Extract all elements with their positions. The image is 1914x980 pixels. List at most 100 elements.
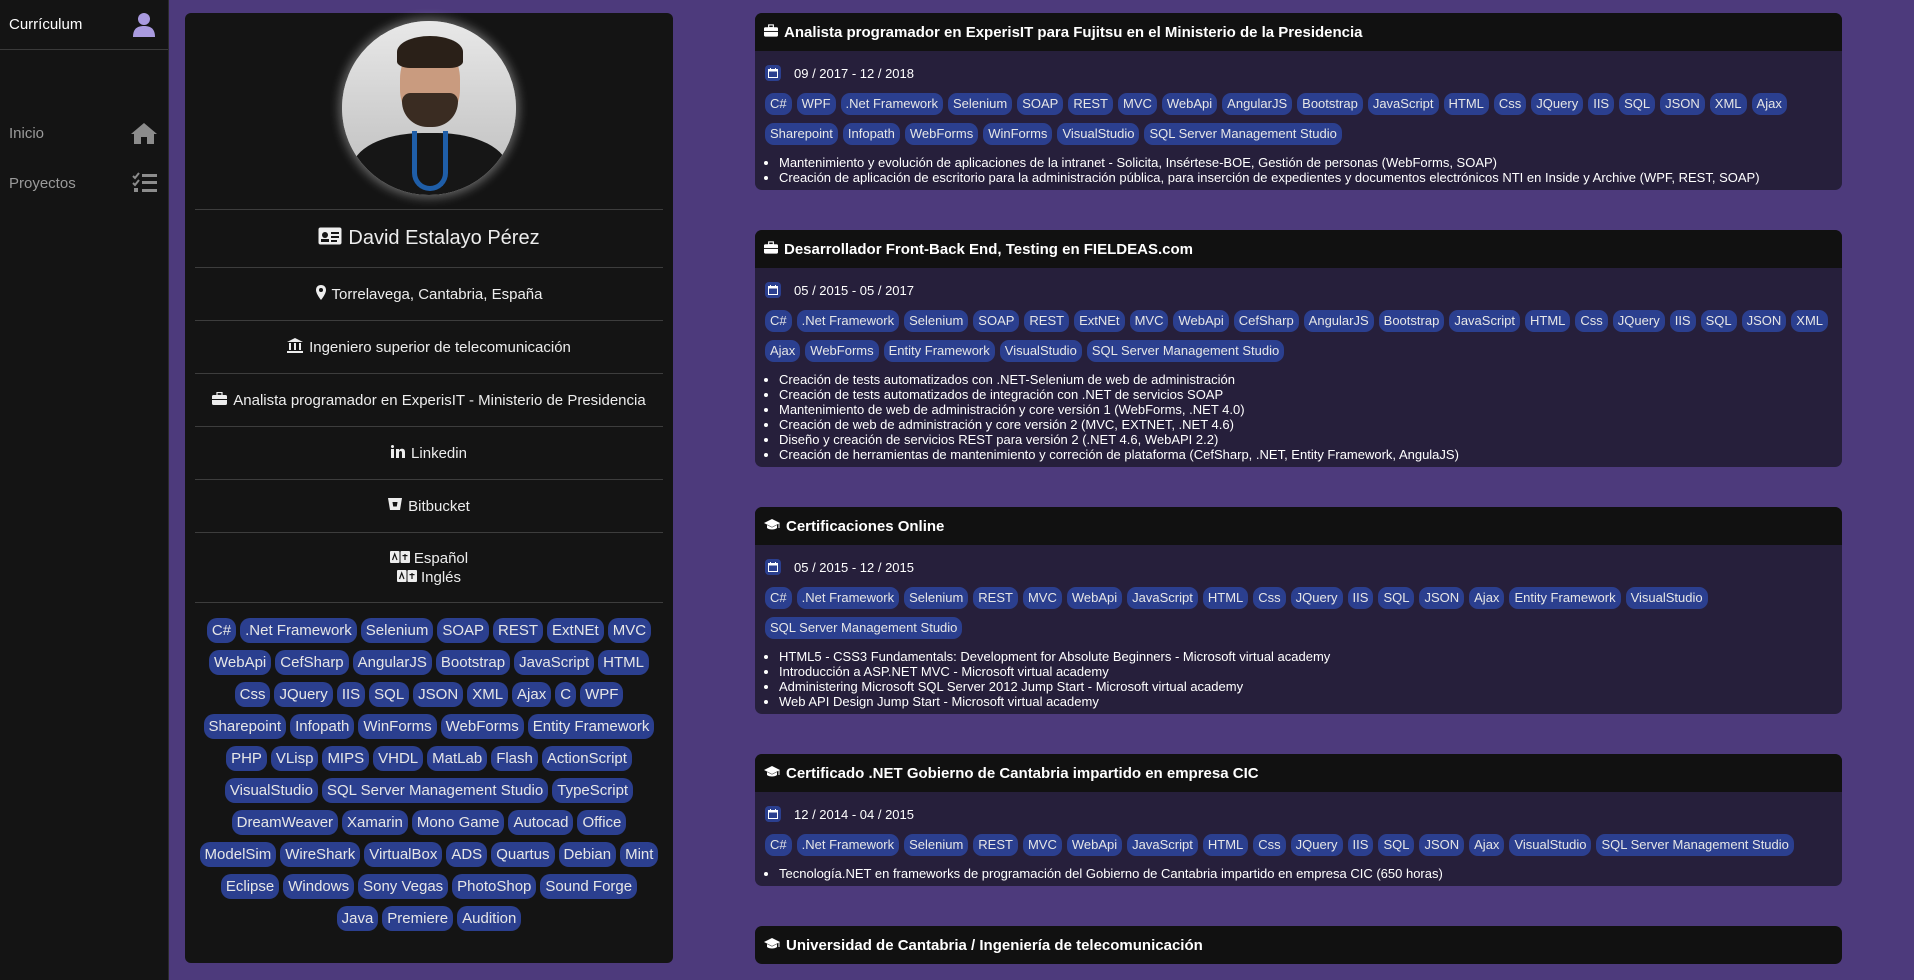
skill-tag: XML bbox=[467, 682, 509, 707]
skill-tag: Css bbox=[234, 682, 271, 707]
experience-header: Certificado .NET Gobierno de Cantabria i… bbox=[755, 754, 1842, 792]
skill-tag: JSON bbox=[413, 682, 464, 707]
sidebar-item-proyectos[interactable]: Proyectos bbox=[0, 158, 168, 208]
profile-linkedin-link[interactable]: Linkedin bbox=[195, 426, 663, 479]
profile-card: David Estalayo Pérez Torrelavega, Cantab… bbox=[185, 13, 673, 963]
skill-tag: IIS bbox=[336, 682, 366, 707]
skill-tag: Ajax bbox=[1469, 834, 1505, 856]
list-item: Creación de tests automatizados con .NET… bbox=[779, 372, 1832, 387]
skill-tag: Sharepoint bbox=[203, 714, 287, 739]
sidebar-brand[interactable]: Currículum bbox=[0, 0, 168, 50]
profile-bitbucket-link[interactable]: Bitbucket bbox=[195, 479, 663, 532]
graduation-cap-icon bbox=[764, 937, 780, 954]
bitbucket-icon bbox=[388, 497, 403, 515]
bitbucket-label: Bitbucket bbox=[408, 497, 470, 515]
skill-tag: REST bbox=[973, 587, 1018, 609]
skill-tag: Selenium bbox=[904, 310, 969, 332]
skill-tag: ADS bbox=[446, 842, 488, 867]
skill-tag: JSON bbox=[1741, 310, 1787, 332]
skill-tag: REST bbox=[493, 618, 544, 643]
skill-tag: Java bbox=[336, 906, 379, 931]
briefcase-icon bbox=[764, 240, 778, 258]
experience-title: Universidad de Cantabria / Ingeniería de… bbox=[786, 936, 1203, 954]
avatar bbox=[342, 21, 516, 195]
brand-label: Currículum bbox=[9, 16, 83, 33]
skill-tag: IIS bbox=[1588, 93, 1615, 115]
skill-tag: Autocad bbox=[508, 810, 574, 835]
skill-tag: WinForms bbox=[358, 714, 437, 739]
skill-tag: CefSharp bbox=[1233, 310, 1299, 332]
sidebar-item-label: Proyectos bbox=[9, 174, 76, 192]
skill-tag: .Net Framework bbox=[796, 587, 900, 609]
skill-tag: Infopath bbox=[842, 123, 900, 145]
skill-tag: ExtNEt bbox=[547, 618, 604, 643]
skill-tag: HTML bbox=[1202, 587, 1249, 609]
experience-header: Analista programador en ExperisIT para F… bbox=[755, 13, 1842, 51]
user-icon bbox=[132, 12, 156, 38]
list-item: Administering Microsoft SQL Server 2012 … bbox=[779, 679, 1832, 694]
list-item: Creación de herramientas de mantenimient… bbox=[779, 447, 1832, 462]
skill-tag: JavaScript bbox=[1127, 587, 1198, 609]
skill-tag: Windows bbox=[283, 874, 355, 899]
profile-job: Analista programador en ExperisIT - Mini… bbox=[233, 391, 646, 409]
sidebar-nav: Inicio Proyectos bbox=[0, 108, 168, 208]
skill-tag: C# bbox=[765, 587, 792, 609]
skill-tag: Sound Forge bbox=[540, 874, 638, 899]
skill-tag: WebApi bbox=[1066, 834, 1123, 856]
skill-tag: VisualStudio bbox=[1057, 123, 1140, 145]
sidebar-item-label: Inicio bbox=[9, 124, 45, 142]
skill-tag: REST bbox=[1024, 310, 1070, 332]
calendar-icon bbox=[765, 806, 781, 822]
experience-tags: C# .Net Framework Selenium REST MVC WebApi Jav… bbox=[755, 822, 1842, 856]
skill-tag: VLisp bbox=[270, 746, 319, 771]
experience-card: Universidad de Cantabria / Ingeniería de… bbox=[755, 926, 1842, 964]
profile-languages-row: Español Inglés bbox=[195, 532, 663, 602]
skill-tag: JSON bbox=[1660, 93, 1705, 115]
skill-tag: Ajax bbox=[1751, 93, 1787, 115]
experience-bullets: Tecnología.NET en frameworks de programa… bbox=[755, 856, 1842, 886]
language-item: Español bbox=[389, 550, 468, 567]
profile-skills: C# .Net Framework Selenium SOAP REST ExtNEt MV… bbox=[195, 602, 663, 931]
skill-tag: JQuery bbox=[274, 682, 333, 707]
skill-tag: Bootstrap bbox=[1378, 310, 1445, 332]
experience-title: Certificaciones Online bbox=[786, 517, 945, 535]
linkedin-icon bbox=[391, 444, 406, 462]
experience-dates-row: 05 / 2015 - 05 / 2017 bbox=[755, 268, 1842, 298]
skill-tag: WebApi bbox=[1066, 587, 1123, 609]
skill-tag: Ajax bbox=[512, 682, 552, 707]
skill-tag: AngularJS bbox=[1222, 93, 1293, 115]
experience-bullets: Mantenimiento y evolución de aplicacione… bbox=[755, 145, 1842, 190]
list-item: Web API Design Jump Start - Microsoft vi… bbox=[779, 694, 1832, 709]
skill-tag: SOAP bbox=[973, 310, 1020, 332]
skill-tag: C# bbox=[765, 834, 792, 856]
skill-tag: IIS bbox=[1347, 834, 1374, 856]
skill-tag: TypeScript bbox=[552, 778, 634, 803]
skill-tag: ExtNEt bbox=[1074, 310, 1125, 332]
experience-header: Universidad de Cantabria / Ingeniería de… bbox=[755, 926, 1842, 964]
skill-tag: Sharepoint bbox=[765, 123, 838, 145]
sidebar-item-inicio[interactable]: Inicio bbox=[0, 108, 168, 158]
skill-tag: MatLab bbox=[427, 746, 488, 771]
skill-tag: MVC bbox=[1129, 310, 1169, 332]
language-item: Inglés bbox=[396, 569, 461, 586]
experience-dates-row: 12 / 2014 - 04 / 2015 bbox=[755, 792, 1842, 822]
experience-card: Desarrollador Front-Back End, Testing en… bbox=[755, 230, 1842, 467]
skill-tag: WPF bbox=[796, 93, 836, 115]
skill-tag: VisualStudio bbox=[999, 340, 1082, 362]
skill-tag: JSON bbox=[1419, 587, 1465, 609]
calendar-icon bbox=[765, 65, 781, 81]
skill-tag: Debian bbox=[558, 842, 617, 867]
skill-tag: MVC bbox=[607, 618, 652, 643]
skill-tag: SQL Server Management Studio bbox=[1144, 123, 1342, 145]
skill-tag: WPF bbox=[580, 682, 624, 707]
list-item: HTML5 - CSS3 Fundamentals: Development f… bbox=[779, 649, 1832, 664]
skill-tag: WebForms bbox=[440, 714, 524, 739]
skill-tag: REST bbox=[973, 834, 1018, 856]
skill-tag: WebForms bbox=[805, 340, 879, 362]
skill-tag: Sony Vegas bbox=[358, 874, 449, 899]
skill-tag: VisualStudio bbox=[224, 778, 318, 803]
skill-tag: SQL bbox=[1378, 587, 1415, 609]
list-item: Mantenimiento y evolución de aplicacione… bbox=[779, 155, 1832, 170]
skill-tag: IIS bbox=[1669, 310, 1696, 332]
skill-tag: SQL bbox=[1378, 834, 1415, 856]
